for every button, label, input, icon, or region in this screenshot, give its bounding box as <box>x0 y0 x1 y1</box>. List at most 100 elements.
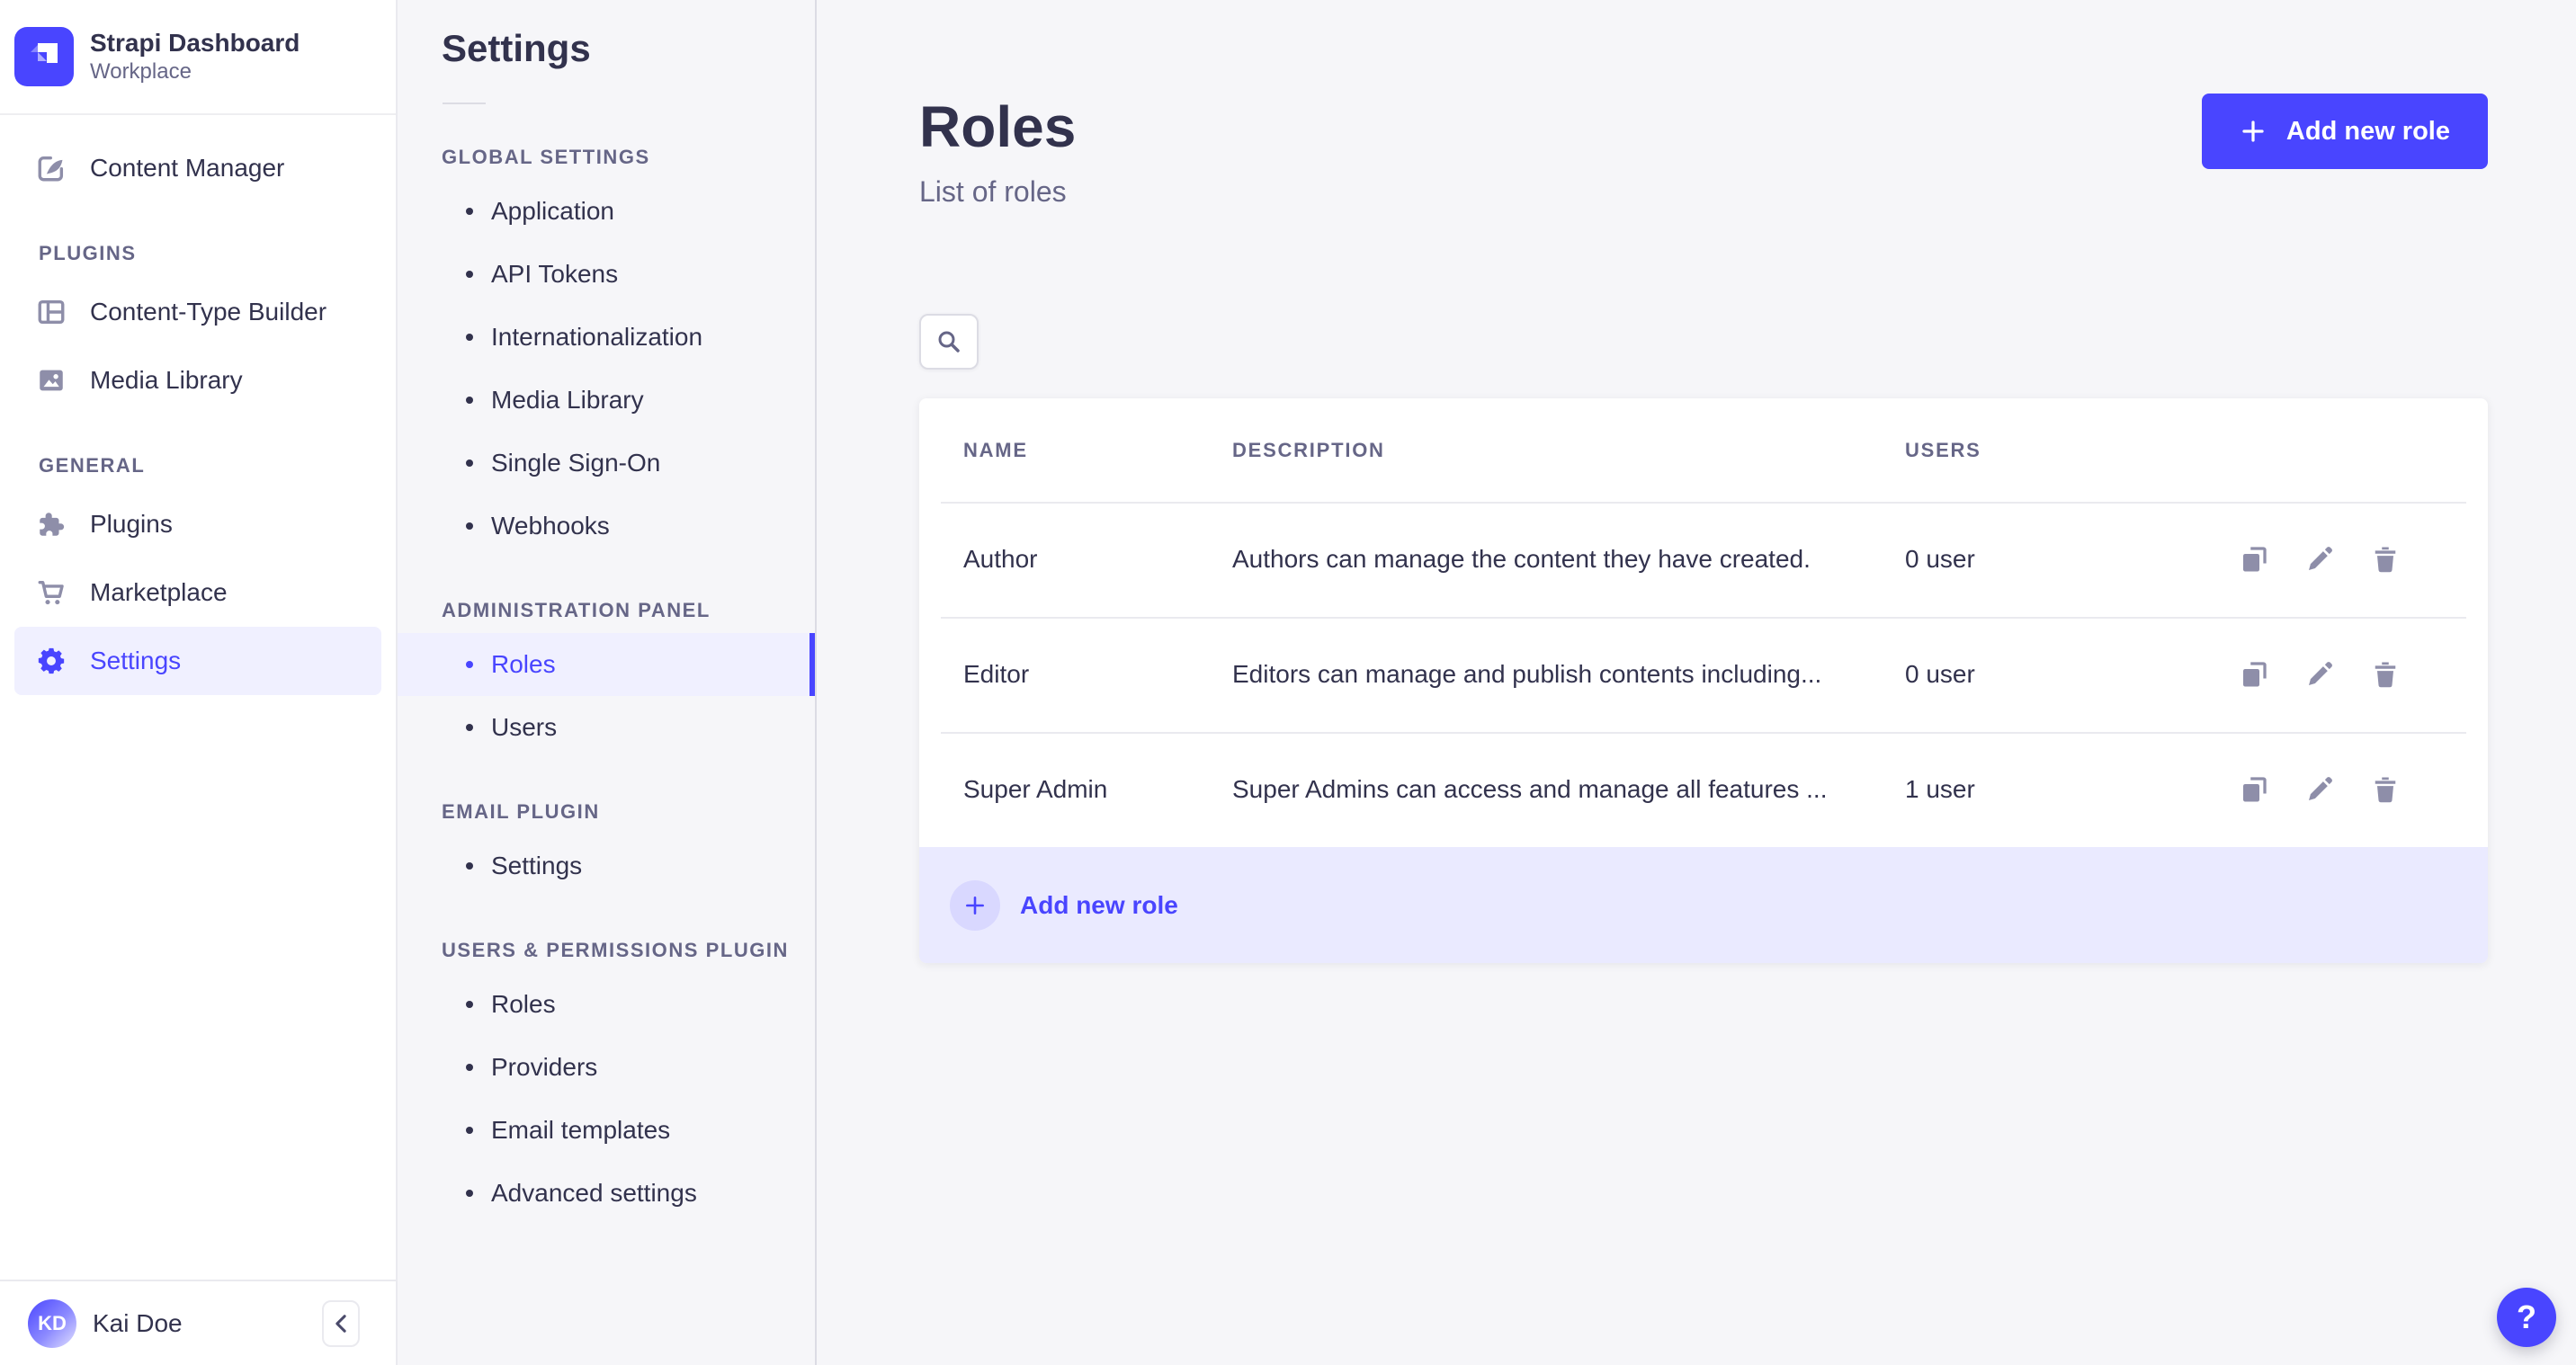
edit-role-button[interactable] <box>2303 658 2336 691</box>
sidebar-item-label: Content-Type Builder <box>90 298 327 326</box>
delete-role-button[interactable] <box>2369 658 2402 691</box>
workspace-brand[interactable]: Strapi Dashboard Workplace <box>0 0 396 115</box>
table-header-row: NAME DESCRIPTION USERS <box>919 398 2488 502</box>
settings-gear-icon <box>38 647 65 674</box>
subnav-list-global-settings: Application API Tokens Internationalizat… <box>398 180 815 558</box>
delete-role-button[interactable] <box>2369 543 2402 575</box>
role-name: Editor <box>963 660 1030 688</box>
subnav-section-global-settings: GLOBAL SETTINGS <box>442 146 650 168</box>
help-button[interactable]: ? <box>2497 1288 2556 1347</box>
user-bar: KD Kai Doe <box>0 1280 396 1365</box>
add-new-role-button[interactable]: Add new role <box>2201 94 2488 169</box>
subnav-item-api-tokens[interactable]: API Tokens <box>398 243 815 306</box>
trash-icon <box>2375 662 2396 688</box>
roles-table-card: NAME DESCRIPTION USERS Author Authors ca… <box>919 398 2488 963</box>
sidebar-item-label: Settings <box>90 647 182 674</box>
subnav-title: Settings <box>442 27 591 69</box>
plugins-icon <box>40 513 65 536</box>
bullet-icon <box>466 334 473 341</box>
strapi-logo-icon <box>14 27 74 86</box>
duplicate-role-button[interactable] <box>2238 773 2270 806</box>
role-users-count: 0 user <box>1905 660 1975 688</box>
nav-section-general: GENERAL <box>39 454 146 477</box>
footer-add-role-label: Add new role <box>1020 890 1178 919</box>
avatar[interactable]: KD <box>28 1298 76 1348</box>
bullet-icon <box>466 1001 473 1008</box>
collapse-sidebar-button[interactable] <box>322 1299 360 1347</box>
subnav-list-email-plugin: Settings <box>398 834 815 897</box>
table-footer-add-role[interactable]: Add new role <box>919 847 2488 963</box>
search-button[interactable] <box>919 314 979 370</box>
subnav-item-admin-roles[interactable]: Roles <box>398 633 815 696</box>
chevron-left-icon <box>335 1314 346 1333</box>
subnav-item-single-sign-on[interactable]: Single Sign-On <box>398 432 815 495</box>
subnav-list-administration-panel: Roles Users <box>398 633 815 759</box>
plus-icon <box>966 896 984 914</box>
role-description: Super Admins can access and manage all f… <box>1232 775 1828 803</box>
edit-role-button[interactable] <box>2303 543 2336 575</box>
role-users-count: 0 user <box>1905 545 1975 573</box>
column-header-users: USERS <box>1905 438 1981 461</box>
bullet-icon <box>466 208 473 215</box>
media-library-icon <box>40 370 63 391</box>
table-row-super-admin[interactable]: Super Admin Super Admins can access and … <box>919 732 2488 847</box>
bullet-icon <box>466 724 473 731</box>
subnav-item-up-roles[interactable]: Roles <box>398 973 815 1036</box>
subnav-section-administration-panel: ADMINISTRATION PANEL <box>442 599 711 621</box>
plus-icon <box>2242 120 2264 142</box>
edit-pencil-icon <box>2309 777 2332 800</box>
table-row-editor[interactable]: Editor Editors can manage and publish co… <box>919 617 2488 732</box>
main-content: Roles List of roles Add new role NAME DE… <box>817 0 2576 1365</box>
bullet-icon <box>466 459 473 467</box>
sidebar-item-media-library[interactable]: Media Library <box>14 346 381 415</box>
duplicate-icon <box>2243 662 2267 687</box>
page-subtitle: List of roles <box>919 175 1067 208</box>
plus-circle-badge <box>950 879 1000 931</box>
sidebar-item-label: Marketplace <box>90 578 228 606</box>
duplicate-role-button[interactable] <box>2238 543 2270 575</box>
subnav-section-users-permissions-plugin: USERS & PERMISSIONS PLUGIN <box>442 939 789 961</box>
trash-icon <box>2375 547 2396 573</box>
subnav-item-email-settings[interactable]: Settings <box>398 834 815 897</box>
bullet-icon <box>466 862 473 870</box>
subnav-item-application[interactable]: Application <box>398 180 815 243</box>
user-name: Kai Doe <box>93 1308 183 1337</box>
subnav-list-users-permissions: Roles Providers Email templates Advanced… <box>398 973 815 1225</box>
role-name: Super Admin <box>963 775 1108 803</box>
edit-role-button[interactable] <box>2303 773 2336 806</box>
subnav-item-admin-users[interactable]: Users <box>398 696 815 759</box>
sidebar-item-label: Media Library <box>90 366 243 394</box>
bullet-icon <box>466 397 473 404</box>
duplicate-role-button[interactable] <box>2238 658 2270 691</box>
page-title: Roles <box>919 94 1077 159</box>
subnav-item-up-providers[interactable]: Providers <box>398 1036 815 1099</box>
subnav-item-up-advanced-settings[interactable]: Advanced settings <box>398 1162 815 1225</box>
edit-pencil-icon <box>2309 662 2332 685</box>
delete-role-button[interactable] <box>2369 773 2402 806</box>
nav-section-plugins: PLUGINS <box>39 242 137 264</box>
subnav-title-divider <box>443 103 486 104</box>
search-icon <box>938 331 960 352</box>
sidebar-item-marketplace[interactable]: Marketplace <box>14 558 381 627</box>
sidebar-item-label: Content Manager <box>90 154 285 182</box>
sidebar-item-content-manager[interactable]: Content Manager <box>14 134 381 202</box>
subnav-item-internationalization[interactable]: Internationalization <box>398 306 815 369</box>
subnav-item-up-email-templates[interactable]: Email templates <box>398 1099 815 1162</box>
duplicate-icon <box>2243 777 2267 802</box>
subnav-item-media-library[interactable]: Media Library <box>398 369 815 432</box>
role-description: Authors can manage the content they have… <box>1232 545 1811 573</box>
sidebar-item-plugins[interactable]: Plugins <box>14 490 381 558</box>
content-type-builder-icon <box>38 299 65 325</box>
edit-pencil-icon <box>2309 547 2332 570</box>
table-row-author[interactable]: Author Authors can manage the content th… <box>919 502 2488 617</box>
role-users-count: 1 user <box>1905 775 1975 803</box>
app-title: Strapi Dashboard <box>90 29 300 57</box>
sidebar-item-content-type-builder[interactable]: Content-Type Builder <box>14 278 381 346</box>
sidebar-item-settings[interactable]: Settings <box>14 627 381 695</box>
page-header: Roles List of roles Add new role <box>919 94 2488 209</box>
main-sidebar: Strapi Dashboard Workplace Content Manag… <box>0 0 398 1365</box>
subnav-item-webhooks[interactable]: Webhooks <box>398 495 815 558</box>
sidebar-item-label: Plugins <box>90 510 173 538</box>
row-actions <box>2238 543 2402 575</box>
bullet-icon <box>466 1190 473 1197</box>
